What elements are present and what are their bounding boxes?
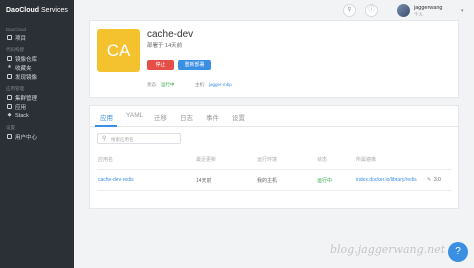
sidebar-item-apps[interactable]: 应用	[0, 102, 74, 111]
app-logo: CA	[97, 29, 140, 72]
sidebar-item-image-repo[interactable]: 镜像仓库	[0, 54, 74, 63]
divider	[97, 190, 452, 191]
tab-yaml[interactable]: YAML	[126, 112, 143, 119]
username[interactable]: jaggerwang	[414, 5, 442, 11]
cluster-icon	[7, 95, 12, 100]
app-icon	[7, 104, 12, 109]
status-value: 运行中	[161, 82, 175, 87]
info-icon[interactable]: ⓘ	[365, 4, 378, 17]
chevron-down-icon[interactable]: ▾	[461, 8, 464, 14]
tab-settings[interactable]: 设置	[232, 112, 245, 122]
nav-section-title: 设置	[6, 125, 15, 130]
column-header-env: 运行环境	[257, 157, 278, 163]
app-name: cache-dev	[147, 29, 194, 40]
search-box: ⚲	[97, 133, 181, 144]
updated-cell: 14天前	[196, 178, 212, 184]
nav-section-title: DaoCloud	[6, 27, 27, 32]
sidebar-item-clusters[interactable]: 集群管理	[0, 93, 74, 102]
avatar[interactable]	[397, 4, 410, 17]
status-label: 状态:	[147, 82, 158, 87]
app-list-card: 应用 YAML 迁移 日志 事件 设置 ⚲ 应用名 最近更新 运行环境 状态 所…	[89, 105, 459, 209]
column-header-image: 所属镜像	[356, 157, 377, 163]
status-cell: 运行中	[317, 178, 333, 184]
env-cell: 我的主机	[257, 178, 278, 184]
divider	[97, 169, 452, 170]
column-header-name: 应用名	[98, 157, 114, 163]
deploy-time: 部署于 14天前	[147, 43, 183, 49]
stack-icon: ◆	[7, 112, 12, 118]
sidebar: DaoCloud Services DaoCloud 项目 代码构建 镜像仓库 …	[0, 0, 74, 268]
host-value[interactable]: jagger-mbp	[209, 82, 232, 87]
tab-bar: 应用 YAML 迁移 日志 事件 设置	[90, 106, 458, 127]
tab-apps[interactable]: 应用	[100, 112, 113, 122]
top-bar: ⚲ ⓘ jaggerwang 个人 ▾	[74, 0, 474, 22]
discover-icon	[7, 74, 12, 79]
watermark: blog.jaggerwang.net	[330, 243, 446, 256]
redeploy-button[interactable]: 重新部署	[178, 60, 211, 70]
sidebar-item-stack[interactable]: ◆ Stack	[0, 111, 74, 120]
sidebar-item-projects[interactable]: 项目	[0, 33, 74, 42]
nav-section-title: 应用管理	[6, 86, 24, 91]
sidebar-item-discover[interactable]: 发现镜像	[0, 72, 74, 81]
search-input[interactable]	[111, 135, 177, 143]
image-tag: 3.0	[434, 177, 441, 183]
column-header-updated: 最近更新	[196, 157, 217, 163]
sidebar-item-favorites[interactable]: ★ 收藏夹	[0, 63, 74, 72]
column-header-status: 状态	[317, 157, 328, 163]
sidebar-item-user-center[interactable]: 用户中心	[0, 132, 74, 141]
tab-events[interactable]: 事件	[206, 112, 219, 122]
search-icon[interactable]: ⚲	[343, 4, 356, 17]
search-icon: ⚲	[102, 136, 107, 142]
star-icon: ★	[7, 64, 12, 70]
help-button[interactable]: ?	[448, 242, 468, 262]
brand-logo[interactable]: DaoCloud Services	[0, 0, 74, 22]
tag-icon: ✎	[427, 177, 432, 183]
user-icon	[7, 134, 12, 139]
stop-button[interactable]: 停止	[147, 60, 174, 70]
app-header-card: CA cache-dev 部署于 14天前 停止 重新部署 状态: 运行中 主机…	[89, 20, 459, 98]
tab-migrate[interactable]: 迁移	[154, 112, 167, 122]
app-name-link[interactable]: cache-dev-redis	[98, 177, 134, 183]
user-org: 个人	[414, 12, 423, 17]
active-tab-indicator	[95, 125, 117, 127]
tab-logs[interactable]: 日志	[180, 112, 193, 122]
folder-icon	[7, 35, 12, 40]
image-repo-icon	[7, 56, 12, 61]
nav-section-title: 代码构建	[6, 47, 24, 52]
host-label: 主机:	[195, 82, 206, 87]
image-link[interactable]: index.docker.io/library/redis	[356, 177, 417, 183]
